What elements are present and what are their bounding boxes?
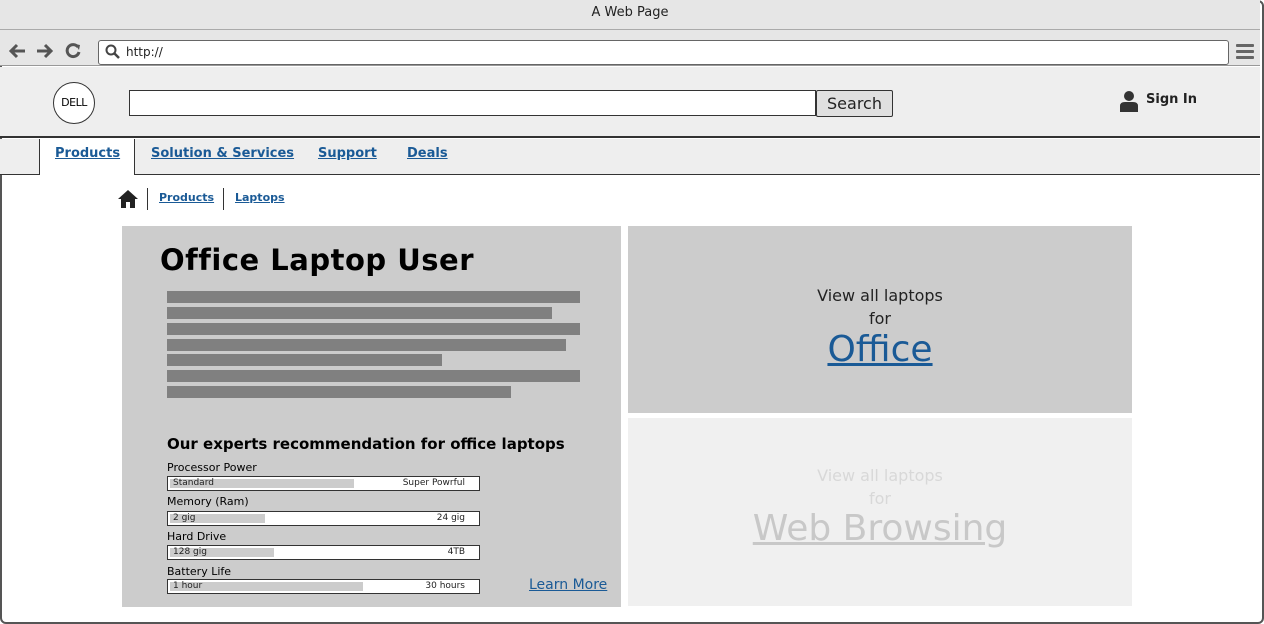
window-title: A Web Page (0, 0, 1260, 30)
office-tile-line2: for (869, 309, 891, 328)
spec-label-battery: Battery Life (167, 565, 232, 578)
spec-label-memory: Memory (Ram) (167, 495, 249, 508)
spec-max-label: 30 hours (425, 581, 465, 591)
spec-max-label: 24 gig (436, 513, 465, 523)
office-link[interactable]: Office (628, 329, 1132, 370)
placeholder-text-line (167, 386, 511, 398)
hamburger-menu-icon[interactable] (1236, 44, 1254, 60)
breadcrumb-separator (147, 188, 148, 210)
placeholder-text-line (167, 339, 566, 351)
spec-min-label: Standard (173, 478, 214, 488)
nav-item-support[interactable]: Support (318, 146, 377, 161)
user-icon[interactable] (1119, 90, 1139, 112)
spec-bar-memory: 2 gig 24 gig (167, 511, 480, 526)
spec-bar-hard-drive: 128 gig 4TB (167, 545, 480, 560)
spec-min-label: 2 gig (173, 513, 196, 523)
recommendation-title: Our experts recommendation for office la… (167, 435, 565, 453)
breadcrumb-products[interactable]: Products (159, 191, 214, 204)
spec-label-hard-drive: Hard Drive (167, 530, 227, 543)
web-tile-line1: View all laptops (817, 466, 943, 485)
address-bar[interactable]: http:// (98, 40, 1229, 65)
search-button[interactable]: Search (816, 90, 893, 117)
office-tile-line1: View all laptops (817, 286, 943, 305)
placeholder-text-line (167, 291, 580, 303)
nav-item-deals[interactable]: Deals (407, 146, 448, 161)
dell-logo[interactable]: DELL (53, 82, 95, 124)
forward-arrow-icon[interactable] (34, 41, 54, 61)
nav-item-solution-services[interactable]: Solution & Services (151, 146, 294, 161)
web-tile-line2: for (869, 489, 891, 508)
learn-more-link[interactable]: Learn More (529, 577, 607, 593)
spec-min-label: 1 hour (173, 581, 203, 591)
home-icon[interactable] (117, 189, 139, 209)
placeholder-text-line (167, 370, 580, 382)
spec-min-label: 128 gig (173, 547, 207, 557)
placeholder-text-line (167, 323, 580, 335)
spec-bar-processor: Standard Super Powrful (167, 476, 480, 491)
search-icon (105, 44, 120, 59)
search-input[interactable] (129, 90, 816, 116)
web-browsing-link[interactable]: Web Browsing (628, 508, 1132, 549)
url-text: http:// (126, 45, 163, 59)
placeholder-text-line (167, 354, 442, 366)
reload-icon[interactable] (63, 41, 83, 61)
back-arrow-icon[interactable] (8, 41, 28, 61)
nav-item-products[interactable]: Products (55, 146, 120, 161)
spec-max-label: 4TB (447, 547, 465, 557)
sign-in-link[interactable]: Sign In (1146, 92, 1197, 107)
spec-label-processor: Processor Power (167, 461, 257, 474)
panel-title: Office Laptop User (160, 243, 475, 277)
breadcrumb-separator (223, 188, 224, 210)
spec-bar-battery: 1 hour 30 hours (167, 579, 480, 594)
spec-max-label: Super Powrful (402, 478, 465, 488)
breadcrumb-laptops[interactable]: Laptops (235, 191, 285, 204)
placeholder-text-line (167, 307, 552, 319)
